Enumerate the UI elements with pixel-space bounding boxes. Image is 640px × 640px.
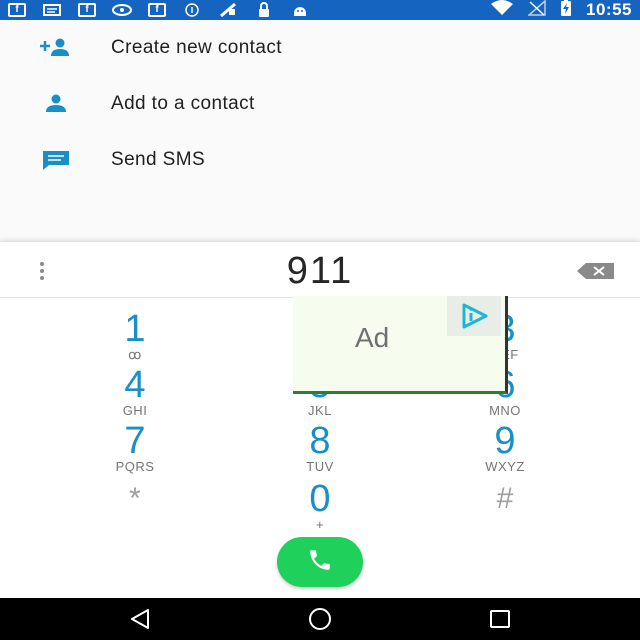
add-person-icon — [38, 36, 74, 60]
dialpad-key-0[interactable]: 0 + — [260, 480, 380, 532]
dialpad-key-4[interactable]: 4 GHI — [75, 366, 195, 418]
dialpad-panel: 911 1 ꝏ 2 ABC 3 DEF 4 GHI 5 JKL 6 — [0, 242, 640, 598]
dialed-number[interactable]: 911 — [0, 250, 640, 293]
dialer-screen: f f f 10:55 Create new contact Add to a … — [0, 0, 640, 640]
phone-icon — [307, 547, 333, 578]
notification-icons: f f f — [8, 2, 310, 18]
message-icon — [42, 3, 62, 17]
status-bar: f f f 10:55 — [0, 0, 640, 20]
eye-icon — [112, 3, 132, 17]
recents-icon[interactable] — [486, 606, 514, 632]
ad-overlay[interactable]: Ad — [293, 296, 508, 394]
send-sms-action[interactable]: Send SMS — [0, 132, 640, 188]
dialpad-key-7[interactable]: 7 PQRS — [75, 422, 195, 474]
facebook-icon: f — [8, 3, 26, 17]
digits-row: 911 — [0, 242, 640, 298]
system-icons: 10:55 — [490, 0, 632, 22]
dialpad-key-pound[interactable]: # — [445, 480, 565, 518]
backspace-icon[interactable] — [576, 262, 616, 280]
key-digit: 8 — [309, 420, 331, 462]
dialpad-key-star[interactable]: * — [75, 480, 195, 518]
key-digit: 1 — [124, 308, 146, 350]
navigation-bar — [0, 598, 640, 640]
action-label: Add to a contact — [111, 93, 255, 114]
key-letters: JKL — [308, 403, 332, 418]
key-letters: MNO — [489, 403, 521, 418]
key-letters: TUV — [306, 459, 334, 474]
dialpad-key-1[interactable]: 1 ꝏ — [75, 310, 195, 362]
call-button[interactable] — [277, 537, 363, 587]
key-digit: 9 — [494, 420, 516, 462]
add-to-contact-action[interactable]: Add to a contact — [0, 76, 640, 132]
key-letters: + — [315, 517, 325, 532]
message-icon — [38, 148, 74, 172]
dialpad-key-9[interactable]: 9 WXYZ — [445, 422, 565, 474]
android-icon — [290, 3, 310, 17]
ad-choices-icon[interactable] — [447, 296, 501, 336]
key-letters: GHI — [122, 403, 148, 418]
key-digit: # — [496, 482, 514, 515]
satellite-icon — [218, 2, 238, 18]
action-label: Send SMS — [111, 149, 206, 170]
facebook-icon: f — [78, 3, 96, 17]
key-letters: PQRS — [115, 459, 155, 474]
home-icon[interactable] — [306, 606, 334, 632]
key-digit: 0 — [309, 478, 331, 520]
dialpad-key-8[interactable]: 8 TUV — [260, 422, 380, 474]
person-icon — [38, 92, 74, 116]
clock: 10:55 — [586, 0, 632, 19]
key-letters: ꝏ — [128, 347, 142, 362]
action-label: Create new contact — [111, 37, 282, 58]
wifi-icon — [490, 0, 514, 21]
info-icon — [182, 3, 202, 17]
lock-icon — [254, 2, 274, 17]
key-digit: 4 — [124, 364, 146, 406]
dial-actions-list: Create new contact Add to a contact Send… — [0, 20, 640, 242]
no-signal-icon — [527, 0, 546, 21]
key-digit: * — [129, 482, 141, 515]
back-icon[interactable] — [126, 606, 154, 632]
create-new-contact-action[interactable]: Create new contact — [0, 20, 640, 76]
facebook-icon: f — [148, 3, 166, 17]
battery-charging-icon — [560, 0, 572, 22]
key-digit: 7 — [124, 420, 146, 462]
ad-label: Ad — [355, 322, 390, 353]
key-letters: WXYZ — [485, 459, 525, 474]
